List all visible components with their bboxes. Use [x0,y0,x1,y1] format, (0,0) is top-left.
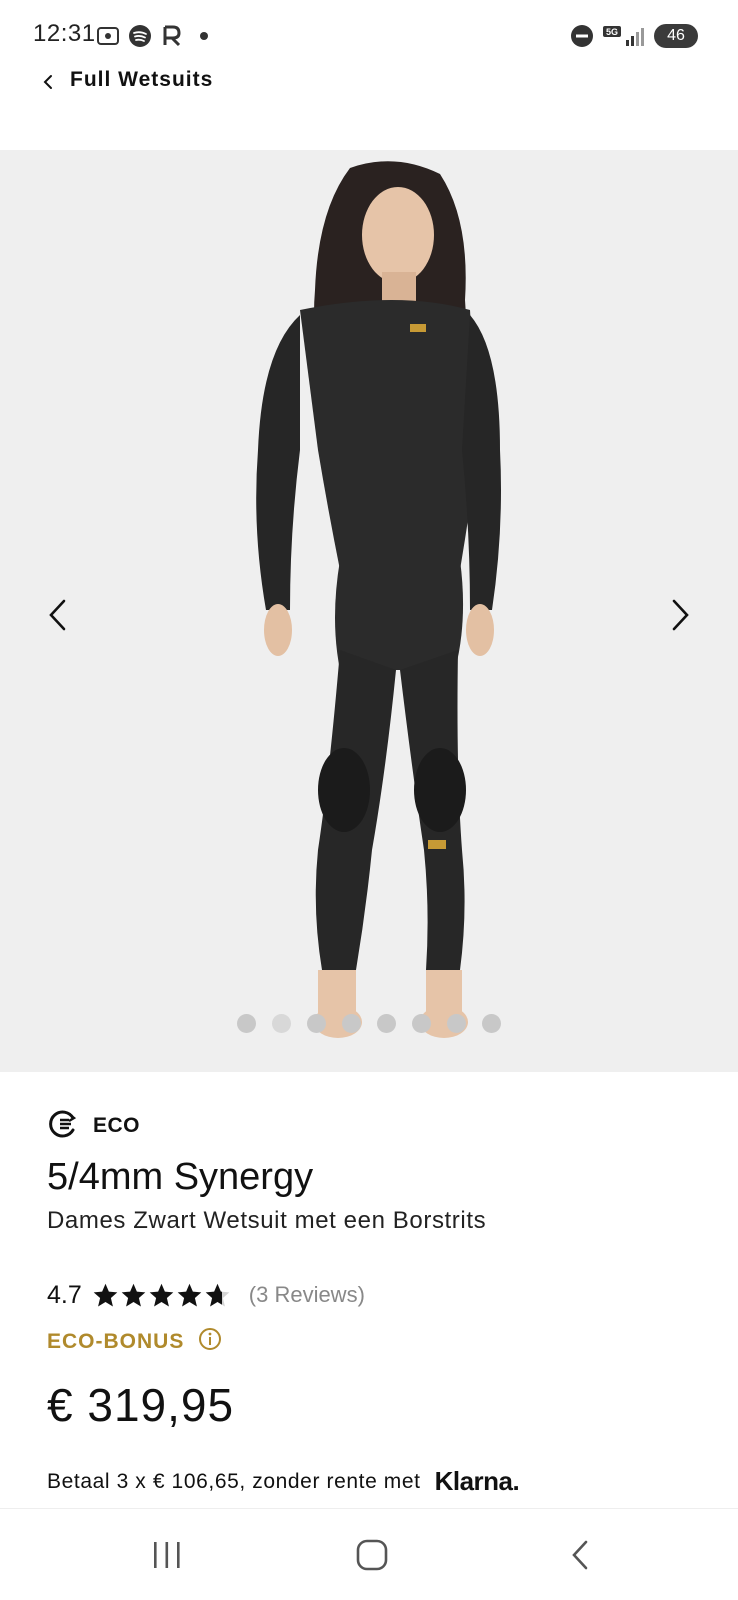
r-app-icon [160,24,184,48]
status-icons-left [96,24,216,48]
star-icon [177,1283,202,1307]
status-bar: 12:31 5G 46 [0,0,738,70]
status-time: 12:31 [33,20,96,47]
system-nav-bar [0,1508,738,1600]
eco-icon [47,1108,79,1145]
gallery-dot[interactable] [307,1014,326,1033]
gallery-dot[interactable] [237,1014,256,1033]
screenshot-icon [96,24,120,48]
battery-indicator: 46 [654,24,698,48]
spotify-icon [128,24,152,48]
product-subtitle: Dames Zwart Wetsuit met een Borstrits [47,1207,487,1234]
back-link-full-wetsuits[interactable]: Full Wetsuits [70,68,213,92]
notification-dot-icon [192,24,216,48]
product-price: € 319,95 [47,1379,235,1431]
rating-value: 4.7 [47,1280,82,1309]
gallery-dot[interactable] [377,1014,396,1033]
product-image-gallery[interactable] [0,150,738,1072]
status-icons-right: 5G 46 [570,24,698,48]
star-icon [149,1283,174,1307]
gallery-dot[interactable] [342,1014,361,1033]
gallery-next-button[interactable] [660,590,700,640]
eco-bonus-label: ECO-BONUS [47,1329,185,1353]
klarna-row: Betaal 3 x € 106,65, zonder rente met Kl… [47,1466,697,1497]
gallery-pagination [0,1014,738,1033]
rating-stars [92,1282,231,1309]
rating-row[interactable]: 4.7 (3 Reviews) [47,1277,697,1313]
klarna-installments-text: Betaal 3 x € 106,65, zonder rente met [47,1469,421,1493]
do-not-disturb-icon [570,24,594,48]
gallery-dot[interactable] [447,1014,466,1033]
star-icon [93,1283,118,1307]
product-title: 5/4mm Synergy [47,1156,314,1198]
signal-5g-icon: 5G [602,24,646,48]
system-back-button[interactable] [550,1535,610,1575]
home-button[interactable] [342,1535,402,1575]
klarna-logo: Klarna. [434,1466,520,1496]
reviews-link[interactable]: (3 Reviews) [249,1282,365,1308]
product-image-wetsuit [0,150,738,1072]
eco-badge: ECO [47,1108,697,1144]
svg-text:5G: 5G [606,27,618,37]
eco-bonus-row: ECO-BONUS [47,1327,697,1356]
back-chevron-icon[interactable] [40,72,56,92]
product-info: ECO 5/4mm Synergy Dames Zwart Wetsuit me… [47,1108,697,1497]
star-icon [121,1283,146,1307]
eco-label: ECO [93,1114,141,1137]
gallery-prev-button[interactable] [38,590,78,640]
gallery-dot[interactable] [272,1014,291,1033]
info-icon[interactable] [198,1327,222,1356]
recent-apps-button[interactable] [137,1535,197,1575]
gallery-dot[interactable] [482,1014,501,1033]
gallery-dot[interactable] [412,1014,431,1033]
star-icon [205,1283,230,1307]
